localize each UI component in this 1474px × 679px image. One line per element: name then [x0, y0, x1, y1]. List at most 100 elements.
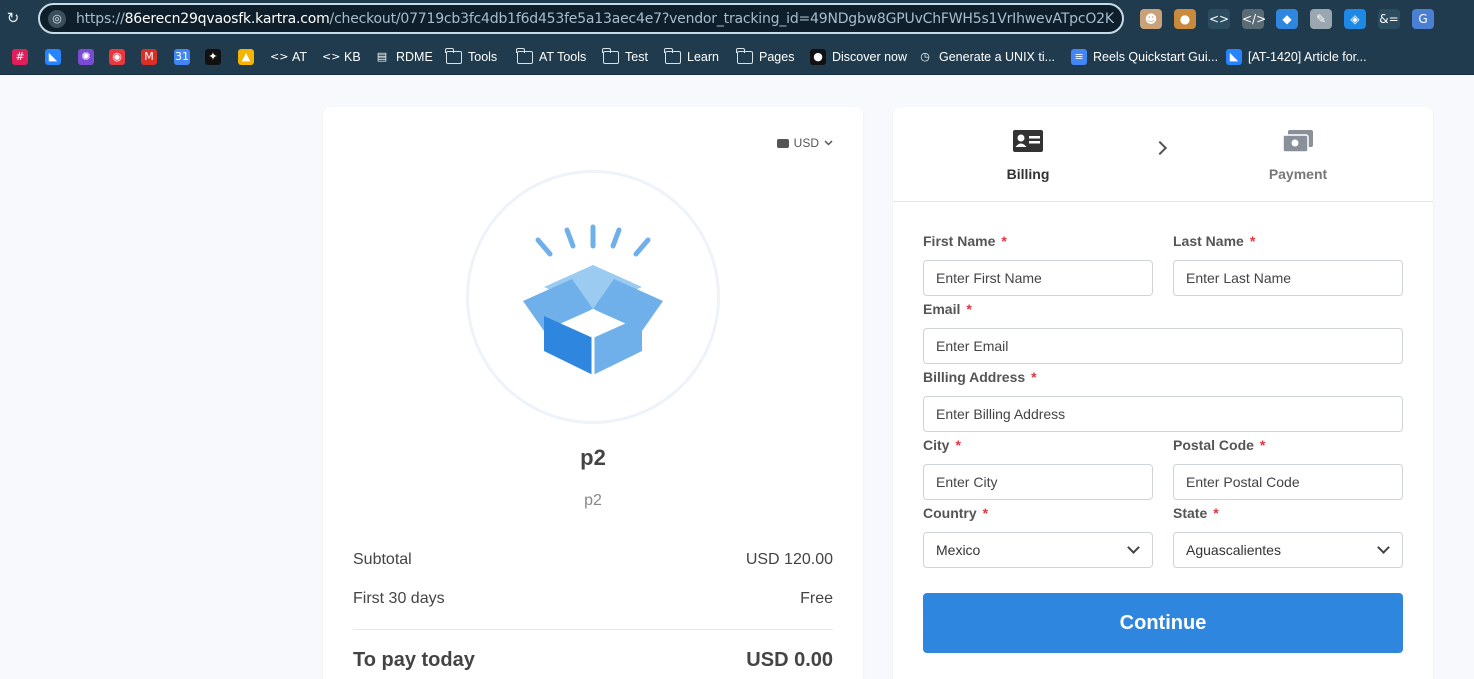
gmail-icon: M — [141, 49, 157, 65]
step-payment[interactable]: Payment — [1228, 129, 1368, 182]
bookmark-item[interactable]: ◣ — [45, 47, 61, 67]
bookmark-label: Learn — [687, 50, 719, 64]
checkout-card: Billing Payment First Name * Last Name * E… — [893, 107, 1433, 679]
bookmark-item[interactable]: M — [141, 47, 157, 67]
clock-icon: ◷ — [917, 49, 933, 65]
cookie-extension-icon[interactable]: ● — [1174, 9, 1196, 29]
first-name-input[interactable] — [923, 260, 1153, 296]
bookmark-label: RDME — [396, 50, 433, 64]
bookmark-item[interactable]: ◷ Generate a UNIX ti... — [917, 47, 1055, 67]
bookmark-label: Reels Quickstart Gui... — [1093, 50, 1219, 64]
product-name: p2 — [580, 445, 606, 470]
required-mark: * — [1213, 505, 1219, 521]
bookmarks-bar: # ◣ ✺ ◉ M 31 ✦ ▲ <> AT <> KB ▤ RDME Tools AT Tools Test L… — [0, 38, 1474, 75]
first-name-label: First Name — [923, 233, 996, 249]
country-select[interactable]: Mexico — [923, 532, 1153, 568]
required-mark: * — [1001, 233, 1007, 249]
order-summary-card: USD p2 p2 Subtotal USD 120.00 First 30 d… — [323, 107, 863, 679]
subtotal-value: USD 120.00 — [745, 551, 833, 568]
bookmark-item[interactable]: # — [12, 47, 28, 67]
required-mark: * — [1259, 437, 1266, 453]
html-tag-extension-icon[interactable]: </> — [1242, 9, 1266, 29]
step-billing[interactable]: Billing — [958, 129, 1098, 182]
chevron-down-icon — [824, 140, 833, 146]
bookmark-label: Discover now — [832, 50, 908, 64]
folder-icon — [445, 47, 462, 64]
billing-address-input[interactable] — [923, 396, 1403, 432]
first-name-field: First Name * — [923, 233, 1153, 296]
bookmark-label: Generate a UNIX ti... — [939, 50, 1056, 64]
bookmark-item[interactable]: Test — [602, 47, 648, 67]
currency-label: USD — [793, 136, 819, 150]
code-icon: <> — [322, 49, 341, 65]
postal-code-field: Postal Code * — [1173, 437, 1403, 500]
bookmark-label: Tools — [468, 50, 498, 64]
bookmark-item[interactable]: Learn — [664, 47, 719, 67]
reload-icon[interactable]: ↻ — [5, 10, 21, 26]
bookmark-item[interactable]: ▲ — [238, 47, 254, 67]
price-tag-extension-icon[interactable]: ◈ — [1344, 9, 1366, 29]
owl-extension-icon[interactable]: ☻ — [1140, 9, 1162, 29]
city-input[interactable] — [923, 464, 1153, 500]
required-mark: * — [1031, 369, 1037, 385]
last-name-input[interactable] — [1173, 260, 1403, 296]
trial-value: Free — [800, 590, 833, 607]
folder-icon — [664, 47, 681, 64]
email-input[interactable] — [923, 328, 1403, 364]
bookmark-item[interactable]: <> KB — [322, 47, 361, 67]
bookmark-item[interactable]: ✦ — [205, 47, 221, 67]
postal-code-input[interactable] — [1173, 464, 1403, 500]
currency-selector[interactable]: USD — [776, 136, 833, 150]
step-billing-label: Billing — [1006, 166, 1050, 182]
bookmark-item[interactable]: ● Discover now — [810, 47, 907, 67]
bookmark-item[interactable]: ▤ RDME — [374, 47, 433, 67]
code-brackets-extension-icon[interactable]: <> — [1208, 9, 1230, 29]
billing-address-field: Billing Address * — [923, 369, 1403, 432]
book-icon: ▤ — [374, 49, 390, 65]
billing-address-label: Billing Address — [923, 369, 1026, 385]
address-bar[interactable]: ◎ https://86erecn29qvaosfk.kartra.com/ch… — [38, 3, 1124, 34]
required-mark: * — [966, 301, 972, 317]
purple-gear-icon: ✺ — [78, 49, 94, 65]
entity-extension-icon[interactable]: &= — [1378, 9, 1400, 29]
chevron-right-icon — [1152, 140, 1168, 156]
total-row: To pay today USD 0.00 — [353, 649, 833, 672]
drive-icon: ▲ — [238, 49, 254, 65]
calendar-icon: 31 — [174, 49, 190, 65]
extensions-area: ☻ ● <> </> ◆ ✎ ◈ &= G — [1140, 9, 1434, 29]
country-field: Country * Mexico — [923, 505, 1153, 568]
country-label: Country — [923, 505, 977, 521]
postal-code-label: Postal Code — [1173, 437, 1254, 453]
subtotal-row: Subtotal USD 120.00 — [353, 551, 833, 569]
tag-extension-icon[interactable]: ◆ — [1276, 9, 1298, 29]
bookmark-item[interactable]: ◣ [AT-1420] Article for... — [1226, 47, 1367, 67]
product-image — [466, 170, 720, 424]
trial-row: First 30 days Free — [353, 590, 833, 608]
bookmark-item[interactable]: Tools — [445, 47, 498, 67]
site-info-icon[interactable]: ◎ — [48, 10, 66, 28]
checkout-steps: Billing Payment — [893, 107, 1433, 202]
bookmark-item[interactable]: Pages — [736, 47, 794, 67]
id-card-icon — [1013, 130, 1043, 152]
bookmark-item[interactable]: ◉ — [109, 47, 125, 67]
last-name-label: Last Name — [1173, 233, 1244, 249]
total-value: USD 0.00 — [746, 649, 833, 671]
translate-extension-icon[interactable]: G — [1412, 9, 1434, 29]
product-description: p2 — [584, 492, 602, 509]
bookmark-label: KB — [344, 50, 361, 64]
wrench-extension-icon[interactable]: ✎ — [1310, 9, 1332, 29]
email-field: Email * — [923, 301, 1403, 364]
url-text[interactable]: https://86erecn29qvaosfk.kartra.com/chec… — [76, 11, 1114, 27]
continue-button[interactable]: Continue — [923, 593, 1403, 653]
bookmark-item[interactable]: ≡ Reels Quickstart Gui... — [1071, 47, 1218, 67]
red-app-icon: ◉ — [109, 49, 125, 65]
total-label: To pay today — [353, 649, 475, 671]
state-label: State — [1173, 505, 1208, 521]
bookmark-item[interactable]: 31 — [174, 47, 190, 67]
email-label: Email — [923, 301, 961, 317]
bookmark-item[interactable]: <> AT — [270, 47, 307, 67]
bookmark-item[interactable]: AT Tools — [516, 47, 586, 67]
chevron-down-icon — [1377, 541, 1390, 554]
bookmark-item[interactable]: ✺ — [78, 47, 94, 67]
state-select[interactable]: Aguascalientes — [1173, 532, 1403, 568]
